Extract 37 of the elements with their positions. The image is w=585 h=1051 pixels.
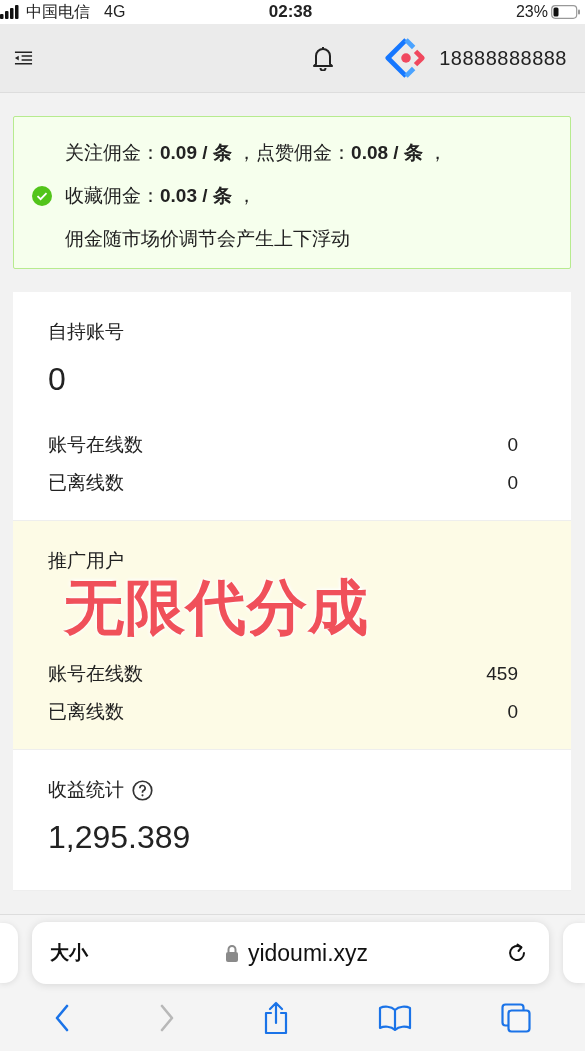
diamond-logo-icon <box>385 37 428 79</box>
notice-text: 收藏佣金：0.03 / 条 ， <box>65 183 257 208</box>
check-circle-icon <box>32 185 52 206</box>
book-icon[interactable] <box>378 1005 413 1031</box>
carrier-name: 中国电信 <box>26 1 90 22</box>
stat-number: 0 <box>507 472 518 494</box>
share-icon[interactable] <box>263 1001 290 1035</box>
address-bar[interactable]: 大小 yidoumi.xyz <box>32 922 549 984</box>
url-text: yidoumi.xyz <box>247 939 369 967</box>
battery-percent: 23% <box>515 3 548 21</box>
card-title: 推广用户 <box>48 549 124 573</box>
menu-fold-icon[interactable] <box>14 50 33 66</box>
question-circle-icon[interactable] <box>132 779 153 801</box>
stat-number: 0 <box>507 701 518 723</box>
signal-icon <box>0 5 20 19</box>
stat-number: 0 <box>507 434 518 456</box>
battery-icon <box>551 5 581 19</box>
card-title: 自持账号 <box>48 320 124 344</box>
network-type: 4G <box>104 3 126 21</box>
bell-icon[interactable] <box>311 45 336 71</box>
stat-value: 0 <box>48 360 66 398</box>
notice-text: 佣金随市场价调节会产生上下浮动 <box>65 226 350 251</box>
stat-number: 459 <box>486 663 518 685</box>
stat-value: 1,295.389 <box>48 818 191 856</box>
stat-label: 已离线数 <box>48 471 124 495</box>
notice-text: 关注佣金：0.09 / 条 ，点赞佣金：0.08 / 条 ， <box>65 140 448 165</box>
overlay-caption: 无限代分成 <box>64 573 369 643</box>
clock-time: 02:38 <box>268 2 313 22</box>
user-phone-number[interactable]: 18888888888 <box>439 46 567 70</box>
lock-icon <box>224 944 239 962</box>
stat-label: 已离线数 <box>48 700 124 724</box>
stat-label: 账号在线数 <box>48 433 143 457</box>
text-size-button[interactable]: 大小 <box>50 940 88 966</box>
tabs-icon[interactable] <box>500 1003 531 1033</box>
card-title: 收益统计 <box>48 778 124 802</box>
back-icon[interactable] <box>54 1004 71 1032</box>
stat-label: 账号在线数 <box>48 662 143 686</box>
